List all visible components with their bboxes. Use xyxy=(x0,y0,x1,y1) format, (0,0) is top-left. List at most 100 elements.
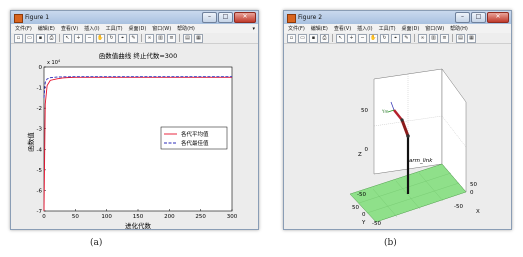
menu-edit[interactable]: 编辑(E) xyxy=(311,25,328,32)
menu-window[interactable]: 窗口(W) xyxy=(152,25,171,32)
y-tick-label: -2 xyxy=(37,106,42,112)
pan-icon[interactable]: ✋ xyxy=(369,33,378,43)
colorbar-icon[interactable]: ▥ xyxy=(429,33,438,43)
brush-icon[interactable]: ✎ xyxy=(129,33,138,43)
joint-2 xyxy=(400,118,404,122)
print-icon[interactable]: ⎙ xyxy=(320,33,329,43)
minimize-button[interactable]: – xyxy=(202,12,217,23)
z-tick-0: 0 xyxy=(365,147,369,153)
plot-legend[interactable]: 各代平均值 各代最佳值 xyxy=(160,126,228,150)
figure-1-titlebar[interactable]: Figure 1 – □ ✕ xyxy=(11,11,258,24)
save-icon[interactable]: ▪ xyxy=(309,33,318,43)
colorbar-icon[interactable]: ▥ xyxy=(156,33,165,43)
menu-window[interactable]: 窗口(W) xyxy=(425,25,444,32)
x-tick-label: 300 xyxy=(227,214,238,220)
save-icon[interactable]: ▪ xyxy=(36,33,45,43)
data-cursor-icon[interactable]: ⌖ xyxy=(118,33,127,43)
minimize-button[interactable]: – xyxy=(455,12,470,23)
toolbar-separator xyxy=(452,34,453,42)
figure-2-titlebar[interactable]: Figure 2 – □ ✕ xyxy=(284,11,511,24)
close-button[interactable]: ✕ xyxy=(487,12,509,23)
joint-1 xyxy=(406,134,410,138)
y-tick-label: -4 xyxy=(37,147,43,153)
menu-insert[interactable]: 插入(I) xyxy=(357,25,372,32)
legend-icon[interactable]: ≡ xyxy=(440,33,449,43)
hide-tools-icon[interactable]: ▤ xyxy=(183,33,192,43)
legend-average-label: 各代平均值 xyxy=(181,130,209,138)
menu-bar: 文件(F) 编辑(E) 查看(V) 插入(I) 工具(T) 桌面(D) 窗口(W… xyxy=(284,24,511,33)
maximize-button[interactable]: □ xyxy=(218,12,233,23)
x-tick-label: 0 xyxy=(42,214,46,220)
z-axis-label: Z xyxy=(358,152,362,158)
x-tick-50: 50 xyxy=(470,182,477,188)
pointer-icon[interactable]: ↖ xyxy=(336,33,345,43)
show-tools-icon[interactable]: ▦ xyxy=(194,33,203,43)
figure-1-canvas: 函数值曲线 终止代数=300 x 104 进化代数 函数值 0 50 100 150 2… xyxy=(11,44,258,229)
link-icon[interactable]: ∞ xyxy=(418,33,427,43)
open-icon[interactable]: ▭ xyxy=(298,33,307,43)
zoom-in-icon[interactable]: + xyxy=(74,33,83,43)
menu-view[interactable]: 查看(V) xyxy=(334,25,351,32)
y-tick-label: -3 xyxy=(37,127,43,133)
x-tick-0: 0 xyxy=(470,190,474,196)
toolbar-separator xyxy=(414,34,415,42)
y-tick-label: -6 xyxy=(37,188,43,194)
open-icon[interactable]: ▭ xyxy=(25,33,34,43)
menu-edit[interactable]: 编辑(E) xyxy=(38,25,55,32)
menu-desktop[interactable]: 桌面(D) xyxy=(129,25,147,32)
window-title: Figure 1 xyxy=(25,14,50,21)
toolbar-separator xyxy=(141,34,142,42)
link-icon[interactable]: ∞ xyxy=(145,33,154,43)
figure-2-canvas: Ym arm_link 50 0 -50 Z 50 0 -50 Y 50 0 -… xyxy=(284,44,511,229)
menu-help[interactable]: 帮助(H) xyxy=(450,25,468,32)
y-tick-neg50: -50 xyxy=(372,221,381,227)
x-axis-label: 进化代数 xyxy=(125,221,152,229)
rotate-icon[interactable]: ↻ xyxy=(380,33,389,43)
brush-icon[interactable]: ✎ xyxy=(402,33,411,43)
toolbar-separator xyxy=(179,34,180,42)
menu-view[interactable]: 查看(V) xyxy=(61,25,78,32)
robot-arm-3d-view[interactable]: Ym arm_link 50 0 -50 Z 50 0 -50 Y 50 0 -… xyxy=(284,44,511,229)
pan-icon[interactable]: ✋ xyxy=(96,33,105,43)
menu-help[interactable]: 帮助(H) xyxy=(177,25,195,32)
print-icon[interactable]: ⎙ xyxy=(47,33,56,43)
new-icon[interactable]: ▫ xyxy=(287,33,296,43)
menu-tools[interactable]: 工具(T) xyxy=(379,25,396,32)
menu-file[interactable]: 文件(F) xyxy=(288,25,305,32)
y-tick-label: -1 xyxy=(37,86,42,92)
window-title: Figure 2 xyxy=(298,14,323,21)
menu-file[interactable]: 文件(F) xyxy=(15,25,32,32)
figure-toolbar: ▫ ▭ ▪ ⎙ ↖ + − ✋ ↻ ⌖ ✎ ∞ ▥ ≡ ▤ ▦ xyxy=(284,33,511,44)
pointer-icon[interactable]: ↖ xyxy=(63,33,72,43)
zoom-in-icon[interactable]: + xyxy=(347,33,356,43)
hide-tools-icon[interactable]: ▤ xyxy=(456,33,465,43)
menu-expand-icon[interactable]: ▾ xyxy=(252,26,255,32)
y-tick-50: 50 xyxy=(352,205,359,211)
close-button[interactable]: ✕ xyxy=(234,12,256,23)
zoom-out-icon[interactable]: − xyxy=(85,33,94,43)
y-tick-label: 0 xyxy=(39,65,43,71)
data-cursor-icon[interactable]: ⌖ xyxy=(391,33,400,43)
x-axis-label: X xyxy=(476,209,480,215)
menu-desktop[interactable]: 桌面(D) xyxy=(402,25,420,32)
menu-insert[interactable]: 插入(I) xyxy=(84,25,99,32)
rotate-icon[interactable]: ↻ xyxy=(107,33,116,43)
new-icon[interactable]: ▫ xyxy=(14,33,23,43)
y-tick-label: -5 xyxy=(37,168,43,174)
y-tick-0: 0 xyxy=(362,212,366,218)
menu-tools[interactable]: 工具(T) xyxy=(106,25,123,32)
y-tick-label: -7 xyxy=(37,209,43,215)
y-axis-label: Y xyxy=(361,220,366,226)
zoom-out-icon[interactable]: − xyxy=(358,33,367,43)
y-axis-label: 函数值 xyxy=(26,132,35,152)
z-tick-50: 50 xyxy=(361,108,368,114)
maximize-button[interactable]: □ xyxy=(471,12,486,23)
figure-1-window: Figure 1 – □ ✕ 文件(F) 编辑(E) 查看(V) 插入(I) 工… xyxy=(10,10,259,230)
show-tools-icon[interactable]: ▦ xyxy=(467,33,476,43)
figure-toolbar: ▫ ▭ ▪ ⎙ ↖ + − ✋ ↻ ⌖ ✎ ∞ ▥ ≡ ▤ ▦ xyxy=(11,33,258,44)
legend-icon[interactable]: ≡ xyxy=(167,33,176,43)
convergence-plot: 函数值曲线 终止代数=300 x 104 进化代数 函数值 0 50 100 150 2… xyxy=(11,44,258,229)
caption-a: (a) xyxy=(90,238,103,248)
legend-best-label: 各代最佳值 xyxy=(181,139,209,147)
x-tick-label: 100 xyxy=(101,214,112,220)
